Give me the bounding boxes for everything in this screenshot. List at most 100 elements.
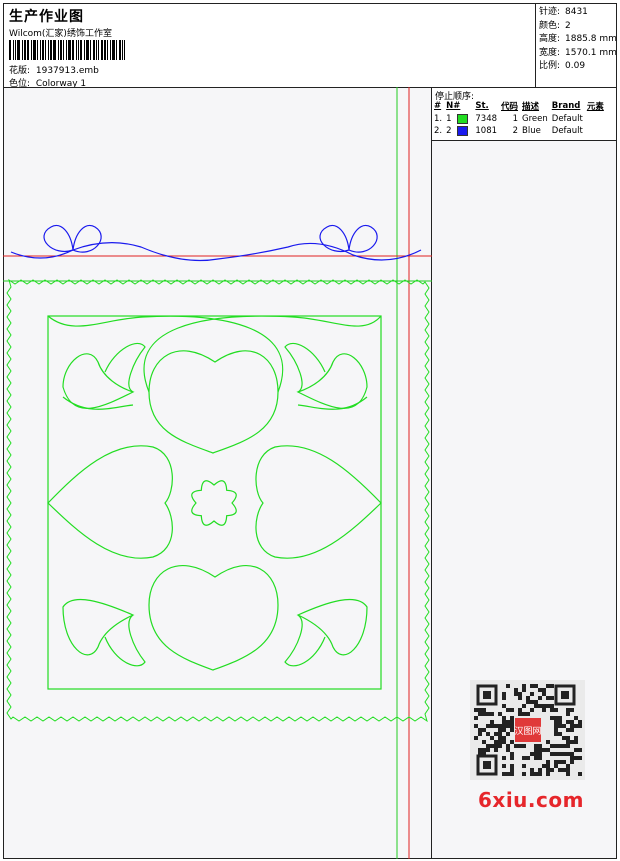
barcode-bar xyxy=(37,40,38,60)
qr-cell xyxy=(534,772,538,776)
qr-cell xyxy=(510,724,514,728)
qr-cell xyxy=(534,748,538,752)
qr-cell xyxy=(574,716,578,720)
barcode-bar xyxy=(27,40,29,60)
qr-cell xyxy=(554,720,558,724)
qr-cell xyxy=(554,764,558,768)
barcode-bar xyxy=(76,40,77,60)
qr-cell xyxy=(502,704,506,708)
barcode-bar xyxy=(48,40,49,60)
qr-cell xyxy=(494,724,498,728)
qr-cell xyxy=(574,740,578,744)
barcode-bar xyxy=(58,40,59,60)
barcode-bar xyxy=(78,40,79,60)
qr-cell xyxy=(546,696,550,700)
barcode-bar xyxy=(40,40,41,60)
qr-cell xyxy=(474,716,478,720)
qr-cell xyxy=(574,756,578,760)
qr-cell xyxy=(482,712,486,716)
qr-cell xyxy=(558,720,562,724)
qr-cell xyxy=(494,744,498,748)
qr-cell xyxy=(538,688,542,692)
qr-cell xyxy=(510,756,514,760)
qr-cell xyxy=(550,716,554,720)
stop-sequence-panel: 停止顺序: # N# St. 代码 描述 Brand 元素 1. 1 7348 … xyxy=(431,87,617,141)
qr-cell xyxy=(530,700,534,704)
barcode-bar xyxy=(66,40,67,60)
qr-cell xyxy=(546,760,550,764)
qr-cell xyxy=(558,744,562,748)
qr-cell xyxy=(546,764,550,768)
qr-cell xyxy=(502,720,506,724)
qr-cell xyxy=(482,748,486,752)
barcode-bar xyxy=(112,40,115,60)
qr-cell xyxy=(530,692,534,696)
qr-cell xyxy=(498,740,502,744)
qr-cell xyxy=(566,736,570,740)
qr-cell xyxy=(570,728,574,732)
barcode-bar xyxy=(63,40,64,60)
qr-cell xyxy=(566,768,570,772)
design-file-label: 花版: xyxy=(9,66,31,76)
qr-cell xyxy=(546,772,550,776)
qr-cell xyxy=(534,700,538,704)
qr-cell xyxy=(502,764,506,768)
qr-cell xyxy=(522,772,526,776)
qr-cell xyxy=(530,772,534,776)
qr-cell xyxy=(558,768,562,772)
qr-cell xyxy=(550,744,554,748)
qr-cell xyxy=(546,748,550,752)
qr-cell xyxy=(510,728,514,732)
stat-stitches: 针迹: 8431 xyxy=(539,7,588,17)
qr-cell xyxy=(482,728,486,732)
barcode-bar xyxy=(17,40,20,60)
barcode-bar xyxy=(9,40,11,60)
barcode-graphic xyxy=(9,40,144,60)
qr-cell xyxy=(522,712,526,716)
barcode-bar xyxy=(90,40,91,60)
qr-cell xyxy=(546,740,550,744)
qr-cell xyxy=(538,752,542,756)
qr-cell xyxy=(578,724,582,728)
qr-cell xyxy=(506,744,510,748)
blue-scallop-border xyxy=(10,224,422,262)
qr-cell xyxy=(510,740,514,744)
qr-cell xyxy=(550,684,554,688)
qr-cell xyxy=(562,744,566,748)
qr-cell xyxy=(554,716,558,720)
qr-cell xyxy=(478,732,482,736)
green-square-motif xyxy=(47,315,382,690)
qr-cell xyxy=(510,716,514,720)
qr-cell xyxy=(534,684,538,688)
qr-cell xyxy=(566,712,570,716)
qr-cell xyxy=(566,708,570,712)
table-row: 1. 1 7348 1 Green Default xyxy=(434,113,583,124)
qr-cell xyxy=(474,724,478,728)
qr-cell xyxy=(478,728,482,732)
qr-cell xyxy=(570,760,574,764)
qr-cell xyxy=(542,708,546,712)
qr-cell xyxy=(554,728,558,732)
qr-cell xyxy=(546,768,550,772)
qr-cell xyxy=(562,752,566,756)
qr-cell xyxy=(562,768,566,772)
qr-cell xyxy=(474,708,478,712)
barcode-bar xyxy=(101,40,103,60)
qr-cell xyxy=(558,760,562,764)
qr-cell xyxy=(522,688,526,692)
qr-cell xyxy=(478,712,482,716)
qr-cell xyxy=(502,736,506,740)
qr-cell xyxy=(490,712,494,716)
stat-height: 高度: 1885.8 mm xyxy=(539,34,617,44)
qr-cell xyxy=(502,692,506,696)
qr-cell xyxy=(478,748,482,752)
qr-cell xyxy=(574,748,578,752)
qr-cell xyxy=(498,724,502,728)
qr-cell xyxy=(566,752,570,756)
qr-cell xyxy=(498,732,502,736)
qr-cell xyxy=(578,748,582,752)
qr-cell xyxy=(570,720,574,724)
barcode-bar xyxy=(13,40,14,60)
qr-cell xyxy=(482,708,486,712)
qr-cell xyxy=(502,728,506,732)
